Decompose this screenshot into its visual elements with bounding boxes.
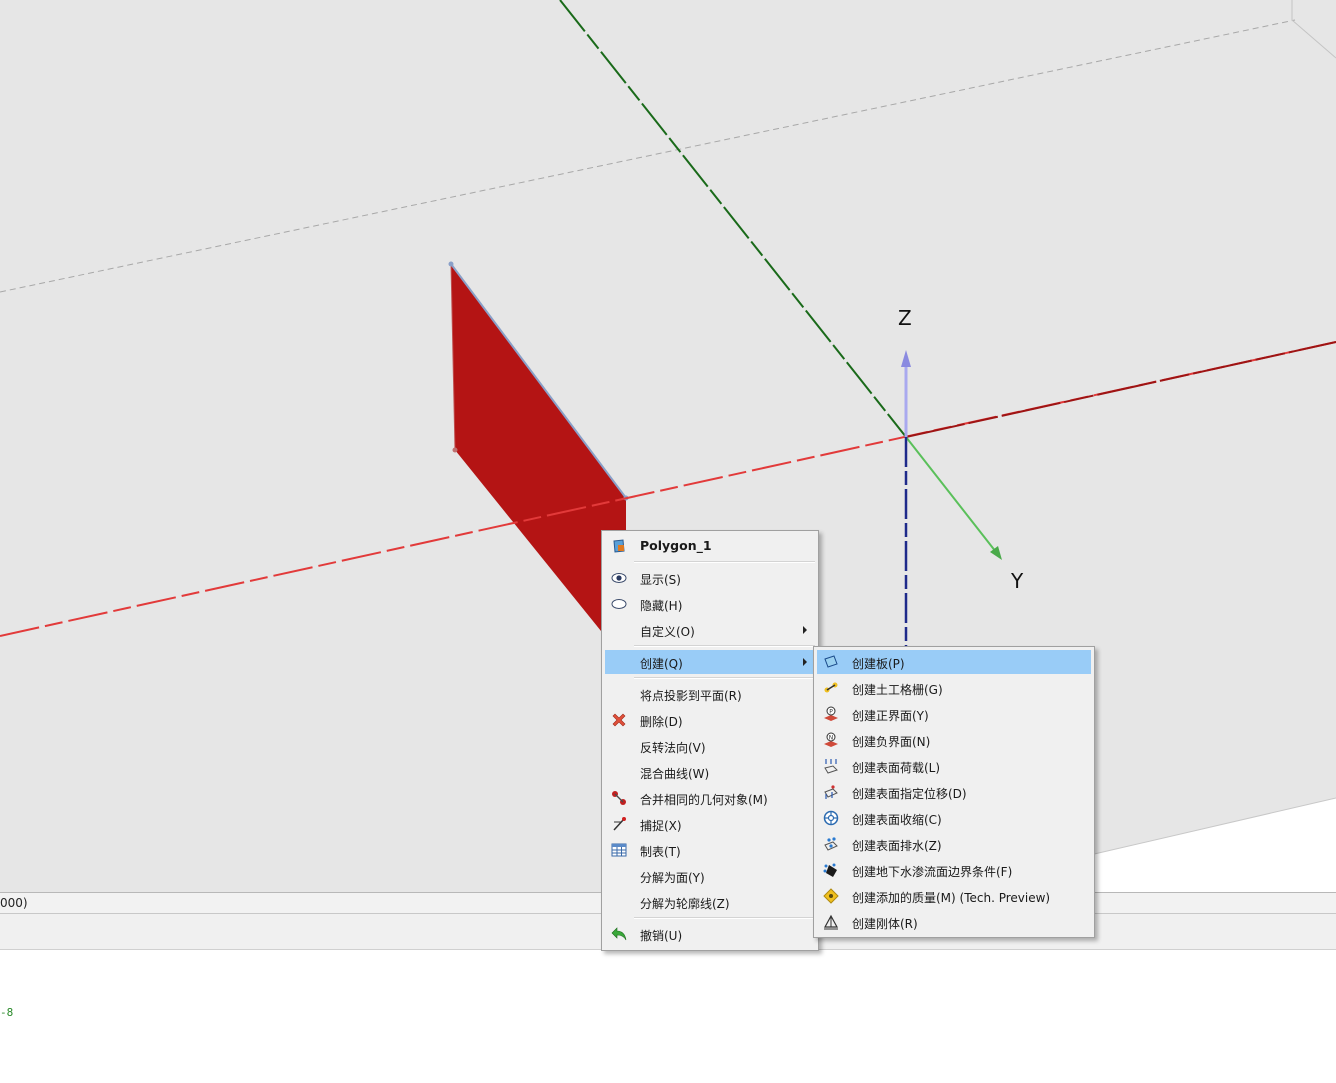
box-edge-top-right [1291,0,1336,59]
menu-item-decompose-surface[interactable]: 分解为面(Y) [605,864,815,888]
cursor-coordinates: 000) [0,896,28,910]
menu-separator [634,917,815,919]
grid-line-upper [0,19,1296,293]
menu-item-label: 撤销(U) [640,929,683,943]
create-submenu: 创建板(P) 创建土工格栅(G) P 创建正界面(Y) N 创建负界面(N) 创… [813,646,1095,938]
y-axis-label: Y [1011,569,1024,593]
menu-item-label: 混合曲线(W) [640,767,710,781]
menu-item-label: 创建负界面(N) [852,735,931,749]
submenu-item-create-surface-contraction[interactable]: 创建表面收缩(C) [817,806,1091,830]
menu-item-label: 自定义(O) [640,625,695,639]
menu-item-project-points[interactable]: 将点投影到平面(R) [605,682,815,706]
menu-item-label: 隐藏(H) [640,599,683,613]
menu-item-tabulate[interactable]: 制表(T) [605,838,815,862]
menu-item-decompose-outline[interactable]: 分解为轮廓线(Z) [605,890,815,914]
menu-item-undo[interactable]: 撤销(U) [605,922,815,946]
snap-icon [611,816,627,832]
y-axis-line [559,0,907,438]
polygon-1-vertex [452,447,458,453]
menu-item-label: 制表(T) [640,845,681,859]
y-axis-positive [905,436,997,553]
menu-item-create[interactable]: 创建(Q) [605,650,815,674]
menu-item-blend-curves[interactable]: 混合曲线(W) [605,760,815,784]
submenu-item-create-rigid-body[interactable]: 创建刚体(R) [817,910,1091,934]
menu-item-label: 创建表面收缩(C) [852,813,942,827]
command-console[interactable]: -8 [0,950,1336,1083]
menu-item-label: 创建刚体(R) [852,917,918,931]
submenu-item-create-added-mass[interactable]: 创建添加的质量(M) (Tech. Preview) [817,884,1091,908]
menu-header-polygon-1: Polygon_1 [605,534,815,558]
menu-item-label: 删除(D) [640,715,683,729]
merge-icon [611,790,627,806]
eye-icon [611,570,627,586]
submenu-item-create-geogrid[interactable]: 创建土工格栅(G) [817,676,1091,700]
submenu-item-create-surface-displacement[interactable]: 创建表面指定位移(D) [817,780,1091,804]
menu-item-label: 将点投影到平面(R) [640,689,742,703]
menu-item-label: 创建表面荷载(L) [852,761,941,775]
menu-item-label: 创建地下水渗流面边界条件(F) [852,865,1013,879]
menu-separator [634,645,815,647]
menu-item-customize[interactable]: 自定义(O) [605,618,815,642]
surface-contraction-icon [823,810,839,826]
menu-item-label: 分解为轮廓线(Z) [640,897,730,911]
positive-interface-icon: P [823,706,839,722]
delete-icon [611,712,627,728]
rigid-body-icon [823,914,839,930]
submenu-item-create-positive-interface[interactable]: P 创建正界面(Y) [817,702,1091,726]
menu-separator [634,561,815,563]
menu-item-reverse-normal[interactable]: 反转法向(V) [605,734,815,758]
polygon-1-vertex [448,261,454,267]
console-line: -8 [0,1006,14,1019]
submenu-item-create-groundwater-flow-bc[interactable]: 创建地下水渗流面边界条件(F) [817,858,1091,882]
menu-item-label: 反转法向(V) [640,741,706,755]
svg-text:N: N [829,735,834,742]
menu-item-label: 创建表面排水(Z) [852,839,942,853]
geogrid-icon [823,680,839,696]
surface-drain-icon [823,836,839,852]
menu-item-delete[interactable]: 删除(D) [605,708,815,732]
ground-surface-white [1060,798,1336,892]
svg-text:P: P [829,709,833,716]
submenu-arrow-icon [803,658,807,666]
eye-closed-icon [611,596,627,612]
negative-interface-icon: N [823,732,839,748]
submenu-item-create-surface-drain[interactable]: 创建表面排水(Z) [817,832,1091,856]
menu-item-label: 分解为面(Y) [640,871,705,885]
menu-header-label: Polygon_1 [640,538,712,553]
plate-icon [823,654,839,670]
menu-item-hide[interactable]: 隐藏(H) [605,592,815,616]
context-menu: Polygon_1 显示(S) 隐藏(H) 自定义(O) 创建(Q) 将点投影到… [601,530,819,951]
menu-item-label: 创建表面指定位移(D) [852,787,967,801]
menu-item-label: 合并相同的几何对象(M) [640,793,768,807]
table-icon [611,842,627,858]
z-axis-label: Z [898,306,912,330]
menu-item-show[interactable]: 显示(S) [605,566,815,590]
menu-item-label: 创建正界面(Y) [852,709,929,723]
surface-load-icon [823,758,839,774]
groundwater-flow-icon [823,862,839,878]
menu-item-label: 创建添加的质量(M) (Tech. Preview) [852,891,1051,905]
menu-item-label: 显示(S) [640,573,681,587]
menu-item-label: 创建土工格栅(G) [852,683,943,697]
submenu-item-create-plate[interactable]: 创建板(P) [817,650,1091,674]
menu-separator [634,677,815,679]
menu-item-snap[interactable]: 捕捉(X) [605,812,815,836]
polygon-object-icon [611,538,627,554]
submenu-arrow-icon [803,626,807,634]
surface-displacement-icon [823,784,839,800]
menu-item-label: 捕捉(X) [640,819,682,833]
submenu-item-create-surface-load[interactable]: 创建表面荷载(L) [817,754,1091,778]
x-axis-line-positive [905,341,1336,438]
submenu-item-create-negative-interface[interactable]: N 创建负界面(N) [817,728,1091,752]
menu-item-label: 创建(Q) [640,657,683,671]
menu-item-label: 创建板(P) [852,657,905,671]
menu-item-merge-geometry[interactable]: 合并相同的几何对象(M) [605,786,815,810]
undo-icon [611,926,627,942]
added-mass-icon [823,888,839,904]
z-axis-arrowhead [901,350,911,367]
